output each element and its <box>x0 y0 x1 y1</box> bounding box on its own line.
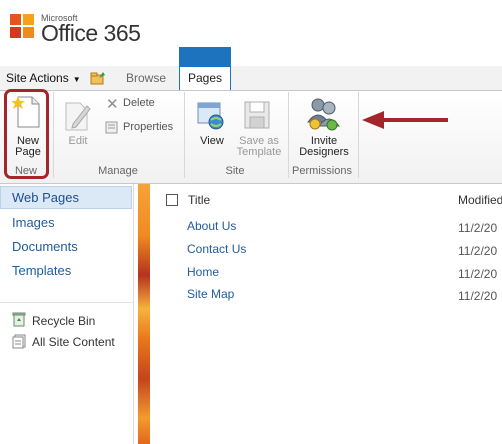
list-item-title[interactable]: Contact Us <box>187 242 246 256</box>
delete-icon: ✕ <box>106 96 119 113</box>
site-actions-label: Site Actions <box>6 71 69 85</box>
delete-label: Delete <box>123 97 155 109</box>
navigate-up-icon[interactable] <box>90 69 106 85</box>
view-icon <box>197 102 224 130</box>
tab-browse[interactable]: Browse <box>113 66 179 90</box>
list-item-title[interactable]: About Us <box>187 219 236 233</box>
list-item-title[interactable]: Site Map <box>187 287 234 301</box>
edit-icon <box>65 102 91 131</box>
ribbon-separator <box>53 92 54 178</box>
site-actions-menu[interactable]: Site Actions ▼ <box>6 71 81 85</box>
group-manage-label: Manage <box>98 165 138 177</box>
edit-label: Edit <box>68 135 88 147</box>
group-permissions-label: Permissions <box>292 165 352 177</box>
logo-office365-text: Office 365 <box>41 20 141 46</box>
list-item-modified: 11/2/20 <box>458 267 498 281</box>
view-label: View <box>200 135 224 147</box>
column-header-modified[interactable]: Modified <box>458 193 502 207</box>
select-all-checkbox[interactable] <box>166 194 178 206</box>
nav-item-images[interactable]: Images <box>12 215 55 230</box>
column-header-title[interactable]: Title <box>188 193 210 207</box>
properties-label: Properties <box>123 121 174 133</box>
all-site-content-link[interactable]: All Site Content <box>32 335 115 349</box>
tab-pages-label: Pages <box>180 67 230 90</box>
chevron-down-icon: ▼ <box>72 75 81 84</box>
list-item-modified: 11/2/20 <box>458 289 498 303</box>
save-as-template-label-2: Template <box>236 146 282 158</box>
nav-item-web-pages[interactable]: Web Pages <box>12 190 79 205</box>
ribbon-separator <box>358 92 359 178</box>
highlight-box <box>4 89 49 179</box>
office-logo-icon <box>10 14 36 40</box>
properties-icon <box>105 121 118 134</box>
nav-divider <box>0 302 133 303</box>
save-icon <box>244 101 270 129</box>
nav-item-documents[interactable]: Documents <box>12 239 78 254</box>
list-item-title[interactable]: Home <box>187 265 219 279</box>
list-item-modified: 11/2/20 <box>458 244 498 258</box>
list-item-modified: 11/2/20 <box>458 221 498 235</box>
invite-users-icon <box>307 98 340 131</box>
recycle-bin-link[interactable]: Recycle Bin <box>32 314 95 328</box>
callout-arrow-icon <box>362 111 448 129</box>
nav-item-templates[interactable]: Templates <box>12 263 71 278</box>
decorative-band <box>138 184 150 444</box>
tab-pages[interactable]: Pages <box>179 47 231 90</box>
group-site-label: Site <box>225 165 245 177</box>
ribbon-separator <box>184 92 185 178</box>
all-site-content-icon <box>12 334 26 349</box>
invite-designers-label-2: Designers <box>299 146 349 158</box>
recycle-bin-icon <box>12 312 26 327</box>
